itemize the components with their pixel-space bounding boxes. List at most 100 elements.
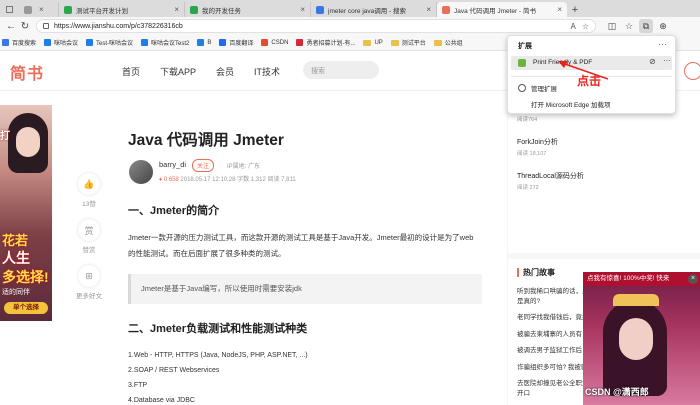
bookmark-item-9[interactable]: 测试平台 (390, 38, 426, 47)
paragraph-1: Jmeter一款开源的压力测试工具，而这款开源的测试工具是基于Java开发。Jm… (128, 233, 474, 258)
list-item: 1.Web - HTTP, HTTPS (Java, NodeJS, PHP, … (128, 352, 308, 359)
test-type-list: 1.Web - HTTP, HTTPS (Java, NodeJS, PHP, … (128, 348, 490, 405)
address-bar[interactable]: https://www.jianshu.com/p/c378226316cb A… (36, 19, 596, 33)
close-tab-icon[interactable]: × (557, 5, 562, 14)
search-input[interactable]: 搜索 (303, 61, 379, 79)
like-action[interactable]: 👍 13赞 (74, 173, 104, 208)
list-item: 3.FTP (128, 382, 148, 389)
ad-select-button[interactable]: 单个选择 (4, 302, 48, 314)
close-icon[interactable]: × (688, 274, 698, 284)
tab-1[interactable]: 测试平台开发计划 × (59, 2, 185, 17)
tab-strip: × 测试平台开发计划 × 我的开发任务 × jmeter core java调用… (0, 0, 700, 17)
split-screen-icon[interactable]: ◫ (605, 19, 619, 33)
bookmark-label: 咪咕会议Test2 (151, 41, 190, 47)
more-articles-action[interactable]: ⊞ 更多好文 (74, 265, 104, 300)
csdn-watermark: CSDN @潇西郎 (585, 387, 649, 397)
author-name[interactable]: barry_di (159, 160, 186, 169)
refresh-icon[interactable]: ↻ (18, 21, 32, 32)
sidebar-article-read: 阅读 18,107 (517, 151, 547, 157)
game-ad-crown (613, 294, 659, 306)
back-icon[interactable]: ← (4, 21, 18, 32)
thumb-up-icon[interactable]: 👍 (78, 173, 100, 195)
folder-icon (363, 39, 372, 46)
bookmark-item-0[interactable]: 百度搜索 (2, 38, 36, 47)
hide-extension-icon[interactable]: ⊘ (649, 57, 656, 66)
left-ad-banner[interactable]: 打 花若 人生 多选择! 适的同伴 单个选择 (0, 105, 52, 321)
lock-icon[interactable] (43, 23, 49, 29)
bookmark-item-2[interactable]: Test-咪咕会议 (86, 38, 133, 47)
bookmark-item-10[interactable]: 公共组 (433, 38, 463, 47)
reward-label: 赞赏 (82, 247, 96, 254)
write-article-button[interactable] (684, 62, 700, 80)
list-item: 4.Database via JDBC (128, 397, 195, 404)
ad-text-1: 打 (0, 131, 10, 142)
follow-button[interactable]: 关注 (192, 159, 215, 172)
sidebar-article-title[interactable]: ThreadLocal源码分析 (517, 171, 700, 181)
article-meta: ♦ 0.658 2018.05.17 12:10:28 字数 1,312 阅读 … (159, 174, 296, 183)
bookmark-item-3[interactable]: 咪咕会议Test2 (141, 38, 189, 47)
sidebar-article-title[interactable]: ForkJoin分析 (517, 137, 700, 147)
list-item: 2.SOAP / REST Webservices (128, 367, 220, 374)
site-logo[interactable]: 简书 (10, 60, 44, 84)
bookmark-label: 百度翻译 (229, 41, 254, 47)
close-tab-icon[interactable]: × (300, 5, 305, 14)
bookmark-favicon-icon (197, 39, 205, 46)
folder-icon (390, 39, 399, 46)
meta-date-stats: 2018.05.17 12:10:28 字数 1,312 阅读 7,811 (180, 177, 296, 183)
close-tab-icon[interactable]: × (174, 5, 179, 14)
more-articles-icon[interactable]: ⊞ (78, 265, 100, 287)
sidebar-article-2[interactable]: ThreadLocal源码分析 阅读 272 (517, 171, 700, 191)
nav-download-app[interactable]: 下载APP (160, 65, 196, 78)
tab-0[interactable]: × (19, 2, 59, 17)
ad-text-4: 多选择! (2, 269, 49, 285)
popup-more-icon[interactable]: ··· (658, 39, 667, 49)
bookmark-item-8[interactable]: UP (363, 39, 383, 46)
meta-score: 0.658 (163, 177, 179, 183)
tab-title: 我的开发任务 (202, 7, 241, 15)
sidebar-article-0[interactable]: 阅读764 (517, 115, 700, 123)
favorites-icon[interactable]: ☆ (622, 19, 636, 33)
sidebar-article-1[interactable]: ForkJoin分析 阅读 18,107 (517, 137, 700, 157)
tab-favicon (190, 5, 198, 14)
nav-it-tech[interactable]: IT技术 (254, 65, 280, 78)
open-edge-addons-link[interactable]: 打开 Microsoft Edge 加载项 (531, 99, 610, 109)
bookmark-item-7[interactable]: 勇者招募计划-有... (296, 38, 355, 47)
read-aloud-icon[interactable]: A (570, 22, 575, 31)
favorite-star-icon[interactable]: ☆ (582, 22, 589, 31)
game-ad-banner[interactable]: 点我有惊喜! 100%中奖! 快来 (583, 272, 700, 286)
bookmark-item-6[interactable]: CSDN (261, 39, 288, 46)
bookmark-item-5[interactable]: 百度翻译 (219, 38, 253, 47)
sidebar-article-read: 阅读764 (517, 117, 538, 123)
url-text: https://www.jianshu.com/p/c378226316cb (54, 22, 183, 30)
top-nav: 首页 下载APP 会员 IT技术 (122, 65, 300, 78)
blockquote: Jmeter是基于Java编写，所以使用时需要安装jdk (128, 274, 482, 304)
bookmark-item-4[interactable]: B (197, 39, 211, 46)
tab-actions-icon[interactable] (6, 6, 13, 13)
ip-location: IP属地: 广东 (227, 164, 261, 170)
reward-action[interactable]: 赏 赞赏 (74, 219, 104, 254)
extensions-icon[interactable]: ⧉ (639, 19, 653, 33)
tab-favicon (24, 5, 32, 14)
bookmark-label: UP (374, 39, 383, 46)
close-tab-icon[interactable]: × (426, 5, 431, 14)
avatar[interactable] (129, 160, 153, 184)
reward-icon[interactable]: 赏 (78, 219, 100, 241)
ad-text-5: 适的同伴 (2, 289, 30, 296)
nav-membership[interactable]: 会员 (216, 65, 234, 78)
extension-more-icon[interactable]: ··· (663, 56, 671, 65)
tab-3[interactable]: jmeter core java调用 - 搜索 × (311, 2, 437, 17)
collections-icon[interactable]: ⊕ (656, 19, 670, 33)
address-toolbar: ← ↻ https://www.jianshu.com/p/c378226316… (0, 17, 700, 35)
tab-2[interactable]: 我的开发任务 × (185, 2, 311, 17)
close-tab-icon[interactable]: × (39, 5, 44, 14)
hot-stories-heading: 热门故事 (517, 267, 555, 278)
gear-icon (518, 84, 526, 92)
nav-home[interactable]: 首页 (122, 65, 140, 78)
bookmark-item-1[interactable]: 咪咕会议 (44, 38, 78, 47)
new-tab-icon[interactable]: + (567, 2, 583, 17)
section-heading-2: 二、Jmeter负载测试和性能测试种类 (128, 323, 308, 335)
printer-icon (518, 59, 526, 67)
bookmark-label: 百度搜索 (12, 41, 37, 47)
bookmark-label: 勇者招募计划-有... (306, 41, 356, 47)
tab-4-active[interactable]: Java 代码调用 Jmeter - 简书 × (437, 2, 567, 17)
